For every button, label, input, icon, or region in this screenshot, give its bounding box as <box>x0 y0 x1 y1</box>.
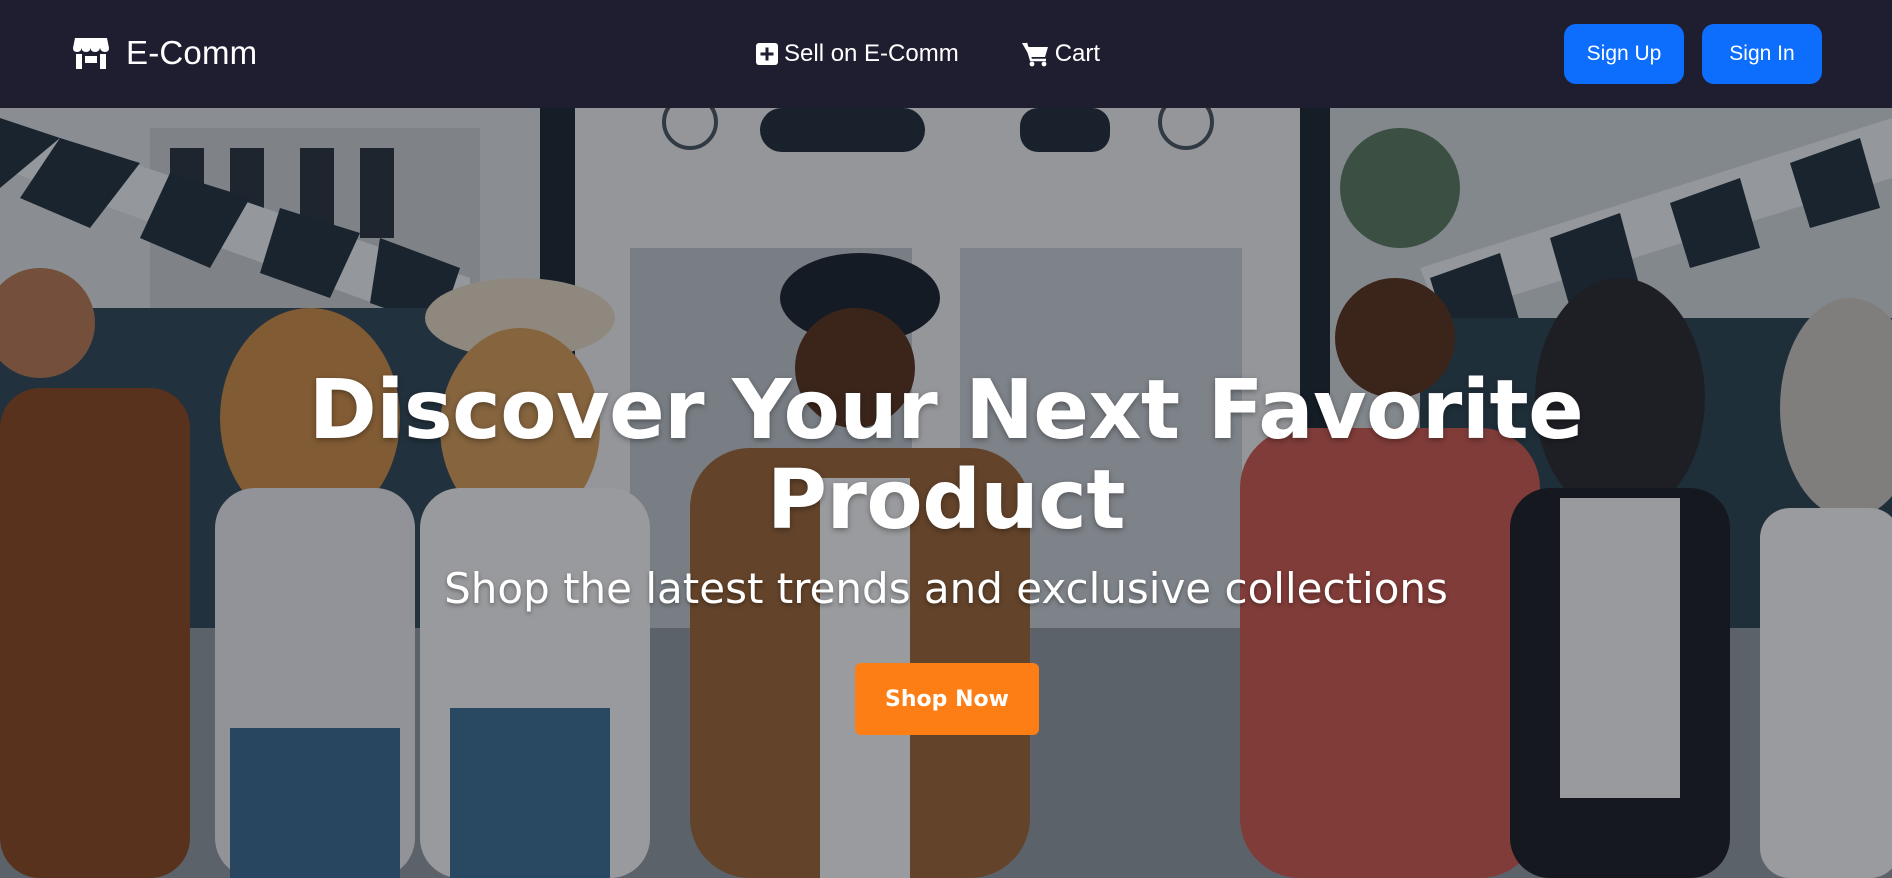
hero-section: Discover Your Next Favorite Product Shop… <box>0 108 1892 878</box>
navbar: E-Comm Sell on E-Comm Cart Sign Up Sign … <box>0 0 1892 108</box>
nav-link-cart-label: Cart <box>1054 40 1101 67</box>
hero-title-line-1: Discover Your Next Favorite <box>308 363 1584 458</box>
brand-name: E-Comm <box>126 34 258 71</box>
hero-subtitle: Shop the latest trends and exclusive col… <box>444 564 1448 613</box>
plus-square-icon <box>756 43 778 65</box>
shop-now-button[interactable]: Shop Now <box>855 663 1039 735</box>
store-icon <box>73 38 109 69</box>
cart-icon <box>1021 42 1048 67</box>
nav-link-sell[interactable]: Sell on E-Comm <box>756 40 959 68</box>
sign-in-button[interactable]: Sign In <box>1702 24 1822 84</box>
sign-up-button[interactable]: Sign Up <box>1564 24 1684 84</box>
nav-link-sell-label: Sell on E-Comm <box>784 40 959 67</box>
hero-title-line-2: Product <box>766 453 1126 548</box>
hero-title: Discover Your Next Favorite Product <box>300 366 1592 546</box>
hero-content: Discover Your Next Favorite Product Shop… <box>0 108 1892 878</box>
nav-link-cart[interactable]: Cart <box>1021 40 1100 68</box>
brand-link[interactable]: E-Comm <box>72 34 257 72</box>
auth-buttons: Sign Up Sign In <box>1564 24 1822 84</box>
nav-links: Sell on E-Comm Cart <box>756 40 1100 68</box>
